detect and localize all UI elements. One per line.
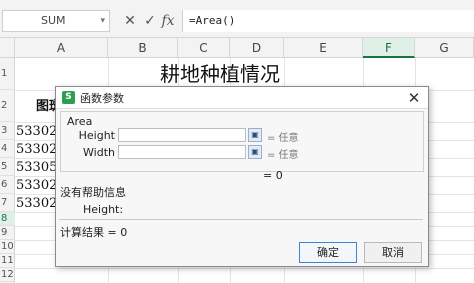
row-header-5[interactable]: 5 bbox=[0, 158, 15, 176]
row-header-7[interactable]: 7 bbox=[0, 194, 15, 212]
ok-button[interactable]: 确定 bbox=[299, 242, 357, 263]
formula-input[interactable]: =Area() bbox=[182, 10, 474, 32]
calculation-result: 计算结果 = 0 bbox=[60, 226, 128, 239]
row-header-12[interactable]: 12 bbox=[0, 268, 15, 282]
column-header-a[interactable]: A bbox=[15, 38, 108, 58]
column-header-d[interactable]: D bbox=[230, 38, 284, 58]
row-headers: 1 2 3 4 5 6 7 8 9 10 11 12 bbox=[0, 58, 15, 283]
row-header-10[interactable]: 10 bbox=[0, 240, 15, 254]
wps-logo-icon: S bbox=[62, 91, 75, 104]
row-header-1[interactable]: 1 bbox=[0, 58, 15, 90]
cell-a7[interactable]: 53302 bbox=[16, 195, 60, 213]
function-result-preview: = 0 bbox=[263, 169, 283, 182]
name-box[interactable]: SUM ▾ bbox=[2, 10, 110, 32]
row-header-11[interactable]: 11 bbox=[0, 254, 15, 268]
grid-line bbox=[15, 268, 474, 269]
dialog-title: 函数参数 bbox=[80, 92, 124, 105]
cell-a6[interactable]: 53302 bbox=[16, 177, 60, 195]
arg-hint-height: = 任意 bbox=[267, 133, 299, 144]
confirm-formula-icon[interactable]: ✓ bbox=[142, 10, 158, 32]
cancel-formula-icon[interactable]: ✕ bbox=[122, 10, 138, 32]
range-select-icon[interactable]: ▣ bbox=[248, 145, 262, 159]
arg-label-width: Width bbox=[83, 146, 115, 159]
close-icon[interactable]: ✕ bbox=[406, 88, 422, 108]
range-select-icon[interactable]: ▣ bbox=[248, 128, 262, 142]
chevron-down-icon[interactable]: ▾ bbox=[100, 11, 105, 31]
column-header-e[interactable]: E bbox=[284, 38, 363, 58]
column-header-c[interactable]: C bbox=[178, 38, 230, 58]
help-parameter-name: Height: bbox=[83, 203, 124, 216]
arg-label-height: Height bbox=[78, 129, 115, 142]
arg-hint-width: = 任意 bbox=[267, 150, 299, 161]
column-headers: A B C D E F G bbox=[0, 38, 474, 58]
formula-bar: SUM ▾ ✕ ✓ fx =Area() bbox=[0, 0, 474, 38]
row-header-9[interactable]: 9 bbox=[0, 226, 15, 240]
function-name: Area bbox=[67, 115, 93, 128]
row-header-6[interactable]: 6 bbox=[0, 176, 15, 194]
insert-function-icon[interactable]: fx bbox=[160, 10, 176, 32]
column-header-f[interactable]: F bbox=[363, 38, 415, 58]
help-text: 没有帮助信息 bbox=[60, 186, 126, 199]
name-box-value: SUM bbox=[41, 14, 66, 27]
dialog-titlebar[interactable]: S 函数参数 ✕ bbox=[56, 87, 428, 109]
dialog-divider bbox=[59, 219, 423, 220]
row-header-4[interactable]: 4 bbox=[0, 140, 15, 158]
row-header-8[interactable]: 8 bbox=[0, 212, 15, 226]
cell-a4[interactable]: 53302 bbox=[16, 141, 60, 159]
select-all-corner[interactable] bbox=[0, 38, 15, 58]
cancel-button[interactable]: 取消 bbox=[364, 242, 422, 263]
height-argument-input[interactable] bbox=[118, 128, 246, 142]
column-header-b[interactable]: B bbox=[108, 38, 178, 58]
row-header-2[interactable]: 2 bbox=[0, 90, 15, 122]
row-header-3[interactable]: 3 bbox=[0, 122, 15, 140]
width-argument-input[interactable] bbox=[118, 145, 246, 159]
cell-a3[interactable]: 53302 bbox=[16, 123, 60, 141]
column-header-g[interactable]: G bbox=[415, 38, 474, 58]
cell-a5[interactable]: 53305 bbox=[16, 159, 60, 177]
